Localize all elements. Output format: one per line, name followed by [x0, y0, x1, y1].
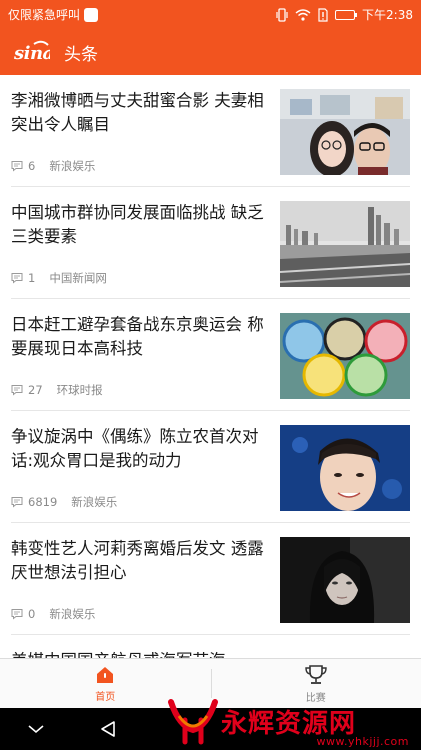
app-header: sina 头条 — [0, 29, 421, 75]
news-meta: 27 环球时报 — [11, 382, 103, 398]
comment-count: 1 — [28, 271, 36, 285]
news-source: 新浪娱乐 — [49, 607, 96, 621]
news-title[interactable]: 争议旋涡中《偶练》陈立农首次对话:观众胃口是我的动力 — [11, 425, 270, 473]
page-title: 头条 — [64, 44, 98, 65]
svg-text:sina: sina — [13, 43, 50, 64]
chevron-down-icon — [28, 725, 44, 734]
wifi-icon — [295, 8, 311, 22]
comment-icon — [11, 273, 23, 284]
emergency-call-text: 仅限紧急呼叫 — [8, 8, 81, 22]
tab-home[interactable]: 首页 — [0, 659, 211, 708]
comment-icon — [11, 385, 23, 396]
sim-alert-icon — [318, 7, 328, 22]
status-right: 下午2:38 — [276, 6, 413, 23]
news-thumbnail-city-skyline[interactable] — [280, 201, 410, 287]
news-text: 日本赶工避孕套备战东京奥运会 称要展现日本高科技 27 环球时报 — [11, 313, 280, 410]
news-meta: 0 新浪娱乐 — [11, 606, 95, 622]
comment-icon — [11, 161, 23, 172]
news-thumbnail-woman-portrait[interactable] — [280, 537, 410, 623]
news-title[interactable]: 美媒中国国产航母或海军节海 — [11, 649, 400, 658]
news-source: 中国新闻网 — [49, 271, 107, 285]
news-feed[interactable]: 李湘微博晒与丈夫甜蜜合影 夫妻相突出令人瞩目 6 新浪娱乐 中国城市群协同发展面… — [0, 75, 421, 658]
news-item[interactable]: 争议旋涡中《偶练》陈立农首次对话:观众胃口是我的动力 6819 新浪娱乐 — [11, 411, 410, 523]
news-text: 中国城市群协同发展面临挑战 缺乏三类要素 1 中国新闻网 — [11, 201, 280, 298]
news-source: 环球时报 — [56, 383, 103, 397]
tab-match-label: 比赛 — [305, 692, 326, 704]
comment-count: 27 — [28, 383, 43, 397]
news-item-partial[interactable]: 美媒中国国产航母或海军节海 — [11, 635, 410, 658]
news-text: 争议旋涡中《偶练》陈立农首次对话:观众胃口是我的动力 6819 新浪娱乐 — [11, 425, 280, 522]
comment-icon — [11, 497, 23, 508]
news-source: 新浪娱乐 — [49, 159, 96, 173]
news-thumbnail-young-man-portrait[interactable] — [280, 425, 410, 511]
tab-match[interactable]: 比赛 — [210, 659, 421, 708]
news-meta: 6 新浪娱乐 — [11, 158, 95, 174]
news-source: 新浪娱乐 — [71, 495, 118, 509]
hide-nav-button[interactable] — [0, 723, 72, 735]
home-icon — [97, 666, 114, 683]
news-text: 美媒中国国产航母或海军节海 — [11, 649, 410, 658]
news-item[interactable]: 李湘微博晒与丈夫甜蜜合影 夫妻相突出令人瞩目 6 新浪娱乐 — [11, 75, 410, 187]
status-time: 下午2:38 — [362, 8, 413, 22]
status-bar: 仅限紧急呼叫 下午2:38 — [0, 0, 421, 29]
comment-count: 0 — [28, 607, 36, 621]
bottom-tab-bar: 首页 比赛 — [0, 658, 421, 708]
news-title[interactable]: 韩变性艺人河莉秀离婚后发文 透露厌世想法引担心 — [11, 537, 270, 585]
comment-icon — [11, 609, 23, 620]
system-nav-bar — [0, 708, 421, 750]
comment-count: 6 — [28, 159, 36, 173]
vibrate-icon — [276, 7, 288, 22]
trophy-icon — [305, 664, 327, 684]
news-item[interactable]: 中国城市群协同发展面临挑战 缺乏三类要素 1 中国新闻网 — [11, 187, 410, 299]
news-meta: 1 中国新闻网 — [11, 270, 107, 286]
news-text: 李湘微博晒与丈夫甜蜜合影 夫妻相突出令人瞩目 6 新浪娱乐 — [11, 89, 280, 186]
tab-home-label: 首页 — [95, 691, 116, 703]
back-triangle-icon — [101, 721, 115, 737]
sina-logo[interactable]: sina — [12, 40, 50, 64]
back-button[interactable] — [72, 720, 144, 738]
battery-icon — [335, 8, 358, 22]
news-title[interactable]: 日本赶工避孕套备战东京奥运会 称要展现日本高科技 — [11, 313, 270, 361]
news-meta: 6819 新浪娱乐 — [11, 494, 117, 510]
news-thumbnail-olympic-rings[interactable] — [280, 313, 410, 399]
news-title[interactable]: 中国城市群协同发展面临挑战 缺乏三类要素 — [11, 201, 270, 249]
comment-count: 6819 — [28, 495, 58, 509]
news-item[interactable]: 日本赶工避孕套备战东京奥运会 称要展现日本高科技 27 环球时报 — [11, 299, 410, 411]
app-notification-icon — [84, 7, 99, 22]
news-title[interactable]: 李湘微博晒与丈夫甜蜜合影 夫妻相突出令人瞩目 — [11, 89, 270, 137]
news-text: 韩变性艺人河莉秀离婚后发文 透露厌世想法引担心 0 新浪娱乐 — [11, 537, 280, 634]
news-item[interactable]: 韩变性艺人河莉秀离婚后发文 透露厌世想法引担心 0 新浪娱乐 — [11, 523, 410, 635]
news-thumbnail-couple-selfie[interactable] — [280, 89, 410, 175]
status-left: 仅限紧急呼叫 — [8, 6, 99, 23]
